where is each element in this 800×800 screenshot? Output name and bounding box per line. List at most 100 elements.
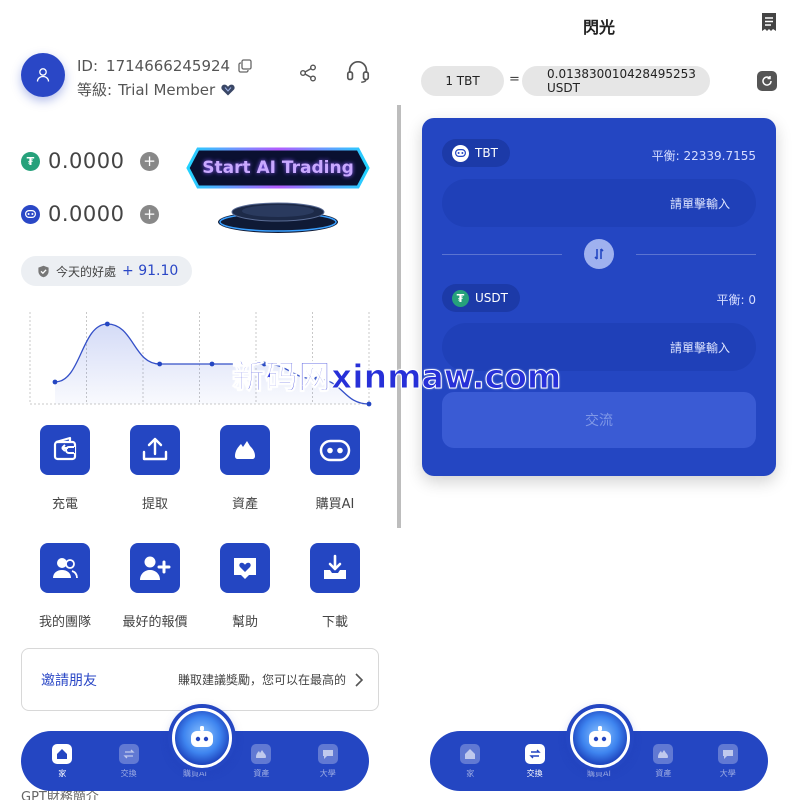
help-label: 幫助 bbox=[231, 615, 258, 630]
shield-check-icon bbox=[38, 265, 49, 277]
rate-from-pill: 1 TBT bbox=[421, 66, 504, 96]
swap-direction-button[interactable] bbox=[584, 239, 614, 269]
tbt-coin-icon bbox=[452, 144, 469, 162]
tbt-balance-value: 0.0000 bbox=[48, 202, 125, 226]
id-value: 1714666245924 bbox=[106, 57, 231, 75]
assets-label: 資產 bbox=[231, 497, 258, 512]
pedestal-image bbox=[216, 200, 340, 236]
recharge-button[interactable]: 充電 bbox=[20, 425, 110, 512]
tbt-coin-icon bbox=[21, 204, 40, 224]
scrollbar[interactable] bbox=[397, 105, 401, 528]
robot-icon bbox=[589, 726, 611, 747]
nav-exchange-right[interactable]: 交換 bbox=[507, 743, 563, 779]
home-icon bbox=[52, 743, 73, 764]
rate-unit: USDT bbox=[547, 81, 580, 95]
page-title: 閃光 bbox=[583, 18, 616, 37]
help-icon bbox=[234, 558, 256, 579]
id-label: ID: bbox=[77, 57, 99, 75]
nav-university-label: 大學 bbox=[319, 768, 336, 778]
nav-assets[interactable]: 資產 bbox=[233, 743, 289, 779]
usdt-balance-row: ₮ 0.0000 + bbox=[21, 149, 159, 173]
download-label: 下載 bbox=[321, 615, 348, 630]
nav-home[interactable]: 家 bbox=[34, 743, 90, 779]
nav-university-right[interactable]: 大學 bbox=[700, 743, 756, 779]
invite-description: 賺取建議獎勵，您可以在最高的 bbox=[177, 673, 346, 687]
upload-icon bbox=[142, 437, 168, 461]
buy-ai-button[interactable]: 購買AI bbox=[290, 425, 380, 512]
from-amount-input[interactable]: 請單擊輸入 bbox=[442, 179, 756, 227]
from-token-label: TBT bbox=[475, 146, 498, 160]
today-profit-badge: 今天的好處 + 91.10 bbox=[21, 256, 193, 286]
divider-right bbox=[636, 254, 756, 255]
nav-exchange-label: 交換 bbox=[526, 768, 543, 778]
download-button[interactable]: 下載 bbox=[290, 543, 380, 630]
download-icon bbox=[324, 554, 346, 579]
headset-icon[interactable] bbox=[345, 59, 371, 85]
team-icon bbox=[53, 558, 78, 579]
exchange-submit-button[interactable]: 交流 bbox=[442, 392, 756, 448]
chat-icon bbox=[317, 743, 338, 764]
share-icon[interactable] bbox=[295, 60, 321, 86]
from-token-selector[interactable]: TBT bbox=[442, 139, 510, 167]
chart-point bbox=[209, 361, 215, 367]
level-value: Trial Member bbox=[118, 80, 216, 99]
history-icon[interactable] bbox=[760, 12, 778, 36]
copy-icon[interactable] bbox=[238, 59, 252, 73]
to-token-selector[interactable]: ₮ USDT bbox=[442, 284, 520, 312]
swap-arrows-icon bbox=[594, 248, 604, 260]
nav-home-right[interactable]: 家 bbox=[442, 743, 498, 779]
buy-ai-label: 購買AI bbox=[315, 497, 355, 512]
usdt-add-button[interactable]: + bbox=[140, 151, 159, 171]
nav-university-label: 大學 bbox=[719, 768, 736, 778]
chart-point bbox=[104, 321, 110, 327]
add-user-icon bbox=[140, 556, 171, 580]
from-balance: 平衡: 22339.7155 bbox=[651, 149, 756, 163]
assets-button[interactable]: 資產 bbox=[200, 425, 290, 512]
chat-icon bbox=[717, 743, 738, 764]
user-icon bbox=[36, 68, 50, 82]
tbt-balance-row: 0.0000 + bbox=[21, 202, 159, 226]
nav-university[interactable]: 大學 bbox=[300, 743, 356, 779]
exchange-icon bbox=[524, 743, 545, 764]
ai-button-label: Start AI Trading bbox=[202, 158, 354, 178]
assets-nav-icon bbox=[251, 743, 272, 764]
chart-point bbox=[157, 361, 163, 367]
action-grid-row-1: 充電 提取 資產 購買AI bbox=[20, 425, 380, 512]
action-grid-row-2: 我的團隊 最好的報價 幫助 下載 bbox=[20, 543, 380, 630]
nav-exchange[interactable]: 交換 bbox=[101, 743, 157, 779]
refresh-icon[interactable] bbox=[757, 71, 777, 91]
wallet-deposit-icon bbox=[53, 436, 77, 461]
tbt-add-button[interactable]: + bbox=[140, 204, 159, 224]
home-icon bbox=[460, 743, 481, 764]
rate-to-pill: 0.013830010428495253 USDT bbox=[522, 66, 710, 96]
nav-center-ai-button[interactable] bbox=[172, 708, 232, 768]
swap-card: TBT 平衡: 22339.7155 請單擊輸入 ₮ USDT 平衡: 0 請單… bbox=[422, 118, 776, 476]
robot-icon bbox=[319, 439, 351, 462]
invite-friends-card[interactable]: 邀請朋友 賺取建議獎勵，您可以在最高的 bbox=[21, 648, 379, 711]
my-team-button[interactable]: 我的團隊 bbox=[20, 543, 110, 630]
to-token-label: USDT bbox=[475, 291, 508, 305]
nav-buy-ai-label: 購買AI bbox=[183, 768, 207, 778]
chart-point bbox=[52, 379, 58, 385]
my-team-label: 我的團隊 bbox=[38, 615, 91, 630]
start-ai-trading-button[interactable]: Start AI Trading bbox=[186, 147, 370, 189]
robot-icon bbox=[191, 726, 213, 747]
nav-exchange-label: 交換 bbox=[120, 768, 137, 778]
avatar[interactable] bbox=[21, 53, 65, 97]
nav-center-ai-button-right[interactable] bbox=[570, 708, 630, 768]
nav-assets-right[interactable]: 資產 bbox=[635, 743, 691, 779]
chevron-right-icon bbox=[355, 672, 364, 687]
withdraw-button[interactable]: 提取 bbox=[110, 425, 200, 512]
profit-value: + 91.10 bbox=[122, 263, 179, 279]
best-offer-label: 最好的報價 bbox=[122, 615, 188, 630]
watermark: 新码网xinmaw.com bbox=[231, 357, 562, 397]
nav-assets-label: 資產 bbox=[655, 768, 672, 778]
heart-icon bbox=[221, 84, 235, 95]
help-button[interactable]: 幫助 bbox=[200, 543, 290, 630]
best-offer-button[interactable]: 最好的報價 bbox=[110, 543, 200, 630]
usdt-balance-value: 0.0000 bbox=[48, 149, 125, 173]
assets-icon bbox=[235, 441, 255, 459]
chart-point bbox=[366, 401, 372, 407]
nav-home-label: 家 bbox=[466, 768, 475, 778]
nav-assets-label: 資產 bbox=[253, 768, 270, 778]
